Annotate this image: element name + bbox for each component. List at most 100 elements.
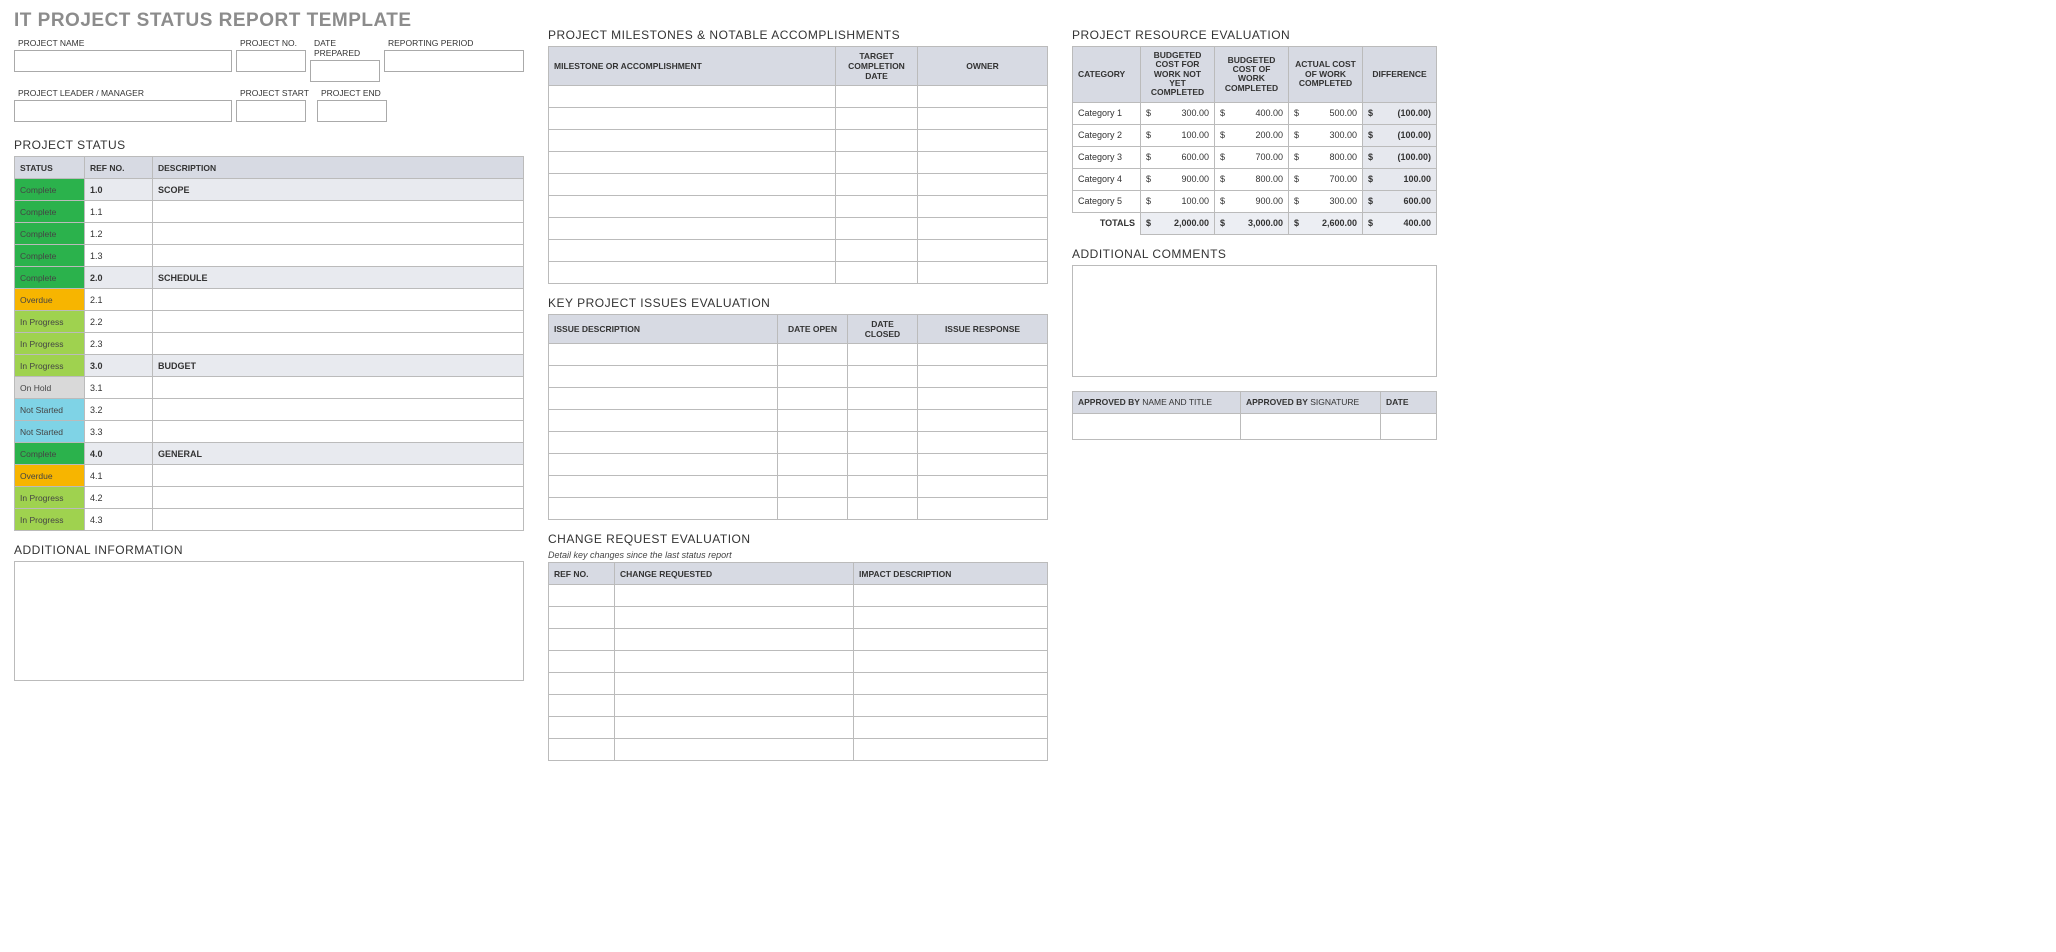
- desc-cell[interactable]: BUDGET: [153, 355, 524, 377]
- issue-row-cell[interactable]: [918, 410, 1048, 432]
- issue-row-cell[interactable]: [918, 476, 1048, 498]
- desc-cell[interactable]: GENERAL: [153, 443, 524, 465]
- issue-row-cell[interactable]: [918, 498, 1048, 520]
- milestone-row-cell[interactable]: [918, 262, 1048, 284]
- input-approved-sig[interactable]: [1241, 413, 1381, 439]
- milestone-row-cell[interactable]: [836, 86, 918, 108]
- change-row-cell[interactable]: [615, 717, 854, 739]
- status-cell[interactable]: Complete: [15, 443, 85, 465]
- milestone-row-cell[interactable]: [549, 130, 836, 152]
- milestone-row-cell[interactable]: [918, 196, 1048, 218]
- change-row-cell[interactable]: [549, 695, 615, 717]
- input-approved-date[interactable]: [1381, 413, 1437, 439]
- desc-cell[interactable]: [153, 201, 524, 223]
- issue-row-cell[interactable]: [778, 388, 848, 410]
- change-row-cell[interactable]: [854, 607, 1048, 629]
- issue-row-cell[interactable]: [848, 432, 918, 454]
- issue-row-cell[interactable]: [549, 344, 778, 366]
- milestone-row-cell[interactable]: [918, 240, 1048, 262]
- change-row-cell[interactable]: [854, 739, 1048, 761]
- milestone-row-cell[interactable]: [549, 174, 836, 196]
- input-project-name[interactable]: [14, 50, 232, 72]
- milestone-row-cell[interactable]: [549, 240, 836, 262]
- issue-row-cell[interactable]: [918, 388, 1048, 410]
- change-row-cell[interactable]: [854, 695, 1048, 717]
- change-row-cell[interactable]: [854, 585, 1048, 607]
- desc-cell[interactable]: [153, 223, 524, 245]
- milestone-row-cell[interactable]: [836, 108, 918, 130]
- milestone-row-cell[interactable]: [918, 174, 1048, 196]
- issue-row-cell[interactable]: [778, 476, 848, 498]
- milestone-row-cell[interactable]: [549, 108, 836, 130]
- change-row-cell[interactable]: [615, 607, 854, 629]
- desc-cell[interactable]: SCOPE: [153, 179, 524, 201]
- status-cell[interactable]: Overdue: [15, 465, 85, 487]
- issue-row-cell[interactable]: [778, 432, 848, 454]
- desc-cell[interactable]: [153, 333, 524, 355]
- input-project-leader[interactable]: [14, 100, 232, 122]
- milestone-row-cell[interactable]: [836, 196, 918, 218]
- desc-cell[interactable]: [153, 311, 524, 333]
- change-row-cell[interactable]: [615, 629, 854, 651]
- status-cell[interactable]: Complete: [15, 267, 85, 289]
- change-row-cell[interactable]: [549, 673, 615, 695]
- status-cell[interactable]: Not Started: [15, 399, 85, 421]
- milestone-row-cell[interactable]: [549, 152, 836, 174]
- milestone-row-cell[interactable]: [836, 174, 918, 196]
- change-row-cell[interactable]: [615, 673, 854, 695]
- desc-cell[interactable]: [153, 509, 524, 531]
- issue-row-cell[interactable]: [549, 476, 778, 498]
- input-approved-name[interactable]: [1073, 413, 1241, 439]
- change-row-cell[interactable]: [615, 585, 854, 607]
- input-project-start[interactable]: [236, 100, 306, 122]
- textarea-additional-info[interactable]: [14, 561, 524, 681]
- status-cell[interactable]: Overdue: [15, 289, 85, 311]
- issue-row-cell[interactable]: [848, 454, 918, 476]
- change-row-cell[interactable]: [549, 607, 615, 629]
- milestone-row-cell[interactable]: [549, 218, 836, 240]
- milestone-row-cell[interactable]: [549, 86, 836, 108]
- change-row-cell[interactable]: [615, 695, 854, 717]
- status-cell[interactable]: In Progress: [15, 355, 85, 377]
- change-row-cell[interactable]: [549, 629, 615, 651]
- issue-row-cell[interactable]: [918, 432, 1048, 454]
- issue-row-cell[interactable]: [848, 476, 918, 498]
- issue-row-cell[interactable]: [549, 454, 778, 476]
- status-cell[interactable]: In Progress: [15, 333, 85, 355]
- milestone-row-cell[interactable]: [836, 240, 918, 262]
- issue-row-cell[interactable]: [778, 366, 848, 388]
- issue-row-cell[interactable]: [918, 366, 1048, 388]
- issue-row-cell[interactable]: [848, 344, 918, 366]
- milestone-row-cell[interactable]: [836, 218, 918, 240]
- desc-cell[interactable]: [153, 487, 524, 509]
- milestone-row-cell[interactable]: [549, 262, 836, 284]
- input-reporting-period[interactable]: [384, 50, 524, 72]
- milestone-row-cell[interactable]: [836, 130, 918, 152]
- desc-cell[interactable]: [153, 377, 524, 399]
- issue-row-cell[interactable]: [549, 432, 778, 454]
- desc-cell[interactable]: [153, 399, 524, 421]
- issue-row-cell[interactable]: [778, 498, 848, 520]
- status-cell[interactable]: In Progress: [15, 311, 85, 333]
- status-cell[interactable]: On Hold: [15, 377, 85, 399]
- desc-cell[interactable]: SCHEDULE: [153, 267, 524, 289]
- issue-row-cell[interactable]: [778, 344, 848, 366]
- status-cell[interactable]: Complete: [15, 223, 85, 245]
- status-cell[interactable]: In Progress: [15, 509, 85, 531]
- textarea-comments[interactable]: [1072, 265, 1437, 377]
- issue-row-cell[interactable]: [549, 366, 778, 388]
- input-date-prepared[interactable]: [310, 60, 380, 82]
- change-row-cell[interactable]: [549, 739, 615, 761]
- issue-row-cell[interactable]: [918, 454, 1048, 476]
- issue-row-cell[interactable]: [549, 410, 778, 432]
- change-row-cell[interactable]: [854, 651, 1048, 673]
- issue-row-cell[interactable]: [778, 454, 848, 476]
- status-cell[interactable]: Complete: [15, 201, 85, 223]
- issue-row-cell[interactable]: [848, 388, 918, 410]
- change-row-cell[interactable]: [549, 651, 615, 673]
- milestone-row-cell[interactable]: [549, 196, 836, 218]
- desc-cell[interactable]: [153, 245, 524, 267]
- desc-cell[interactable]: [153, 289, 524, 311]
- milestone-row-cell[interactable]: [918, 130, 1048, 152]
- milestone-row-cell[interactable]: [918, 218, 1048, 240]
